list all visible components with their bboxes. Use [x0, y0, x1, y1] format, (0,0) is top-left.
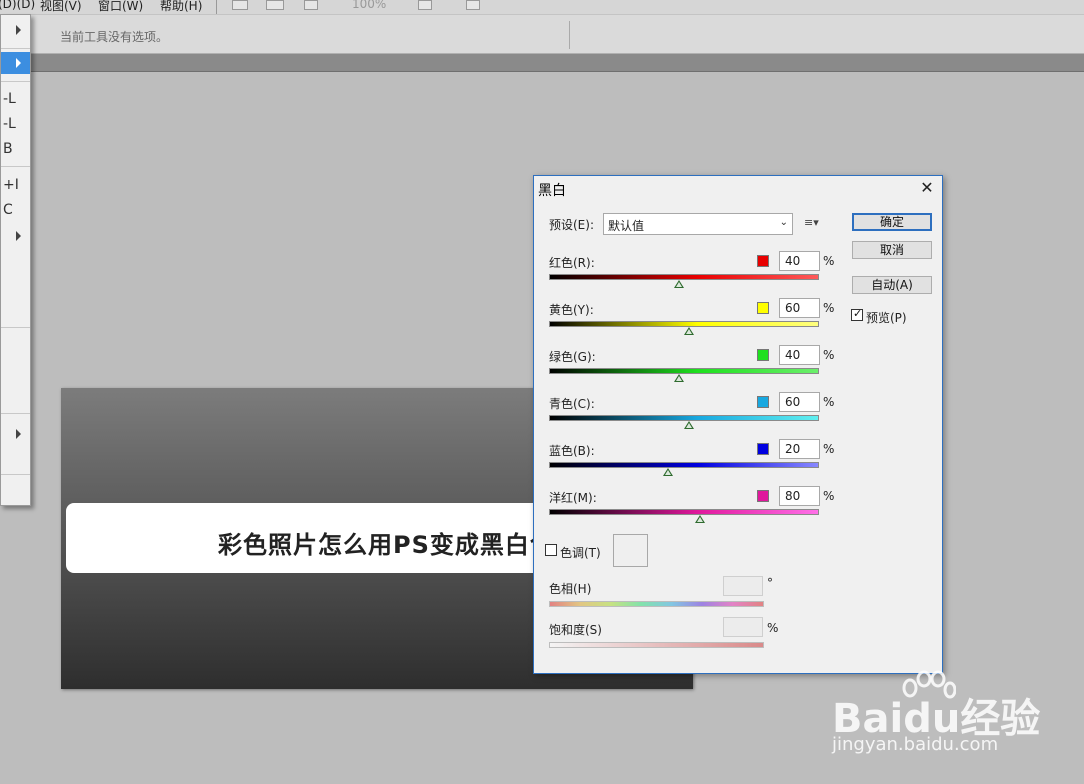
preview-label: 预览(P)	[866, 311, 907, 325]
preview-checkbox[interactable]: ✓	[851, 307, 863, 321]
menubar-divider	[216, 0, 217, 14]
document-tab-bar	[0, 54, 1084, 72]
menu-item-help[interactable]: 帮助(H)	[160, 0, 202, 14]
channel-slider-thumb[interactable]	[673, 374, 684, 382]
tint-color-swatch[interactable]	[613, 534, 648, 567]
menu-row-submenu-1[interactable]	[1, 19, 30, 41]
percent-sign: %	[823, 348, 835, 362]
chevron-down-icon: ⌄	[779, 217, 788, 228]
channel-swatch	[757, 302, 769, 314]
channel-slider-thumb[interactable]	[684, 327, 695, 335]
check-icon: ✓	[853, 307, 863, 320]
saturation-slider-track[interactable]	[549, 642, 764, 648]
image-menu-dropdown: -L -L B +I C	[0, 14, 31, 506]
menu-divider	[1, 474, 30, 475]
channel-value-input[interactable]: 40	[779, 251, 820, 271]
hue-input[interactable]	[723, 576, 763, 596]
channel-label: 黄色(Y):	[549, 303, 594, 317]
submenu-arrow-icon	[16, 429, 21, 439]
channel-slider-track[interactable]	[549, 274, 819, 280]
tint-label: 色调(T)	[560, 546, 601, 560]
menu-row-adjustments[interactable]	[1, 52, 30, 74]
menu-divider	[1, 48, 30, 49]
channel-value-input[interactable]: 40	[779, 345, 820, 365]
menu-bar: (D)(D) 视图(V) 窗口(W) 帮助(H) 100%	[0, 0, 1084, 14]
black-white-dialog: 黑白 ✕ 预设(E): 默认值 ⌄ ≡▾ 确定 取消 自动(A) ✓ 预览(P)…	[533, 175, 943, 674]
hue-label: 色相(H)	[549, 582, 592, 596]
channel-slider-thumb[interactable]	[695, 515, 706, 523]
options-divider	[569, 21, 570, 49]
channel-label: 蓝色(B):	[549, 444, 595, 458]
channel-slider-thumb[interactable]	[673, 280, 684, 288]
menu-row-variables[interactable]	[1, 425, 30, 445]
percent-sign: %	[823, 489, 835, 503]
close-icon[interactable]: ✕	[917, 178, 937, 198]
watermark-url: jingyan.baidu.com	[832, 734, 999, 755]
ok-button[interactable]: 确定	[852, 213, 932, 231]
channel-swatch	[757, 396, 769, 408]
percent-sign: %	[823, 442, 835, 456]
channel-label: 青色(C):	[549, 397, 595, 411]
dialog-title: 黑白	[538, 183, 566, 199]
percent-sign: %	[823, 301, 835, 315]
baidu-jingyan-watermark: Baidu经验 jingyan.baidu.com	[828, 668, 1078, 768]
options-bar: 当前工具没有选项。	[0, 14, 1084, 54]
preset-label: 预设(E):	[549, 218, 594, 232]
menu-row-auto-tone[interactable]: -L	[1, 91, 30, 107]
saturation-label: 饱和度(S)	[549, 623, 602, 637]
menu-row-image-size[interactable]: +I	[1, 177, 30, 193]
channel-value-input[interactable]: 60	[779, 298, 820, 318]
channel-slider-thumb[interactable]	[684, 421, 695, 429]
menu-divider	[1, 413, 30, 414]
minibridge-icon[interactable]	[266, 0, 284, 10]
channel-slider-track[interactable]	[549, 368, 819, 374]
preset-value: 默认值	[608, 219, 645, 233]
caption-text: 彩色照片怎么用PS变成黑白色	[218, 531, 555, 559]
hue-unit: °	[767, 576, 773, 590]
channel-swatch	[757, 443, 769, 455]
menu-divider	[1, 166, 30, 167]
menu-row-auto-contrast[interactable]: -L	[1, 116, 30, 132]
channel-swatch	[757, 349, 769, 361]
channel-slider-thumb[interactable]	[662, 468, 673, 476]
menu-row-auto-color[interactable]: B	[1, 141, 30, 157]
preset-options-icon[interactable]: ≡▾	[804, 216, 819, 230]
tint-checkbox[interactable]	[545, 544, 557, 556]
saturation-input[interactable]	[723, 617, 763, 637]
channel-value-input[interactable]: 80	[779, 486, 820, 506]
screen-mode-icon[interactable]	[466, 0, 480, 10]
percent-sign: %	[823, 254, 835, 268]
zoom-level[interactable]: 100%	[352, 0, 386, 11]
percent-sign: %	[823, 395, 835, 409]
preset-select[interactable]: 默认值 ⌄	[603, 213, 793, 235]
layout-icon[interactable]	[418, 0, 432, 10]
no-options-message: 当前工具没有选项。	[60, 30, 169, 44]
channel-value-input[interactable]: 60	[779, 392, 820, 412]
channel-label: 洋红(M):	[549, 491, 597, 505]
menu-row-canvas-size[interactable]: C	[1, 202, 30, 218]
submenu-arrow-icon	[16, 58, 21, 68]
menu-item-window[interactable]: 窗口(W)	[98, 0, 143, 14]
submenu-arrow-icon	[16, 25, 21, 35]
channel-slider-track[interactable]	[549, 462, 819, 468]
channel-label: 红色(R):	[549, 256, 595, 270]
menu-divider	[1, 81, 30, 82]
menu-row-rotation[interactable]	[1, 227, 30, 247]
hue-slider-track[interactable]	[549, 601, 764, 607]
menu-item-view[interactable]: 视图(V)	[40, 0, 82, 14]
bridge-icon[interactable]	[232, 0, 248, 10]
channel-swatch	[757, 255, 769, 267]
channel-slider-track[interactable]	[549, 509, 819, 515]
channel-value-input[interactable]: 20	[779, 439, 820, 459]
auto-button[interactable]: 自动(A)	[852, 276, 932, 294]
saturation-unit: %	[767, 621, 779, 635]
arrange-icon[interactable]	[304, 0, 318, 10]
channel-swatch	[757, 490, 769, 502]
submenu-arrow-icon	[16, 231, 21, 241]
cancel-button[interactable]: 取消	[852, 241, 932, 259]
menu-item-partial[interactable]: (D)(D)	[0, 0, 35, 11]
channel-label: 绿色(G):	[549, 350, 596, 364]
menu-divider	[1, 327, 30, 328]
